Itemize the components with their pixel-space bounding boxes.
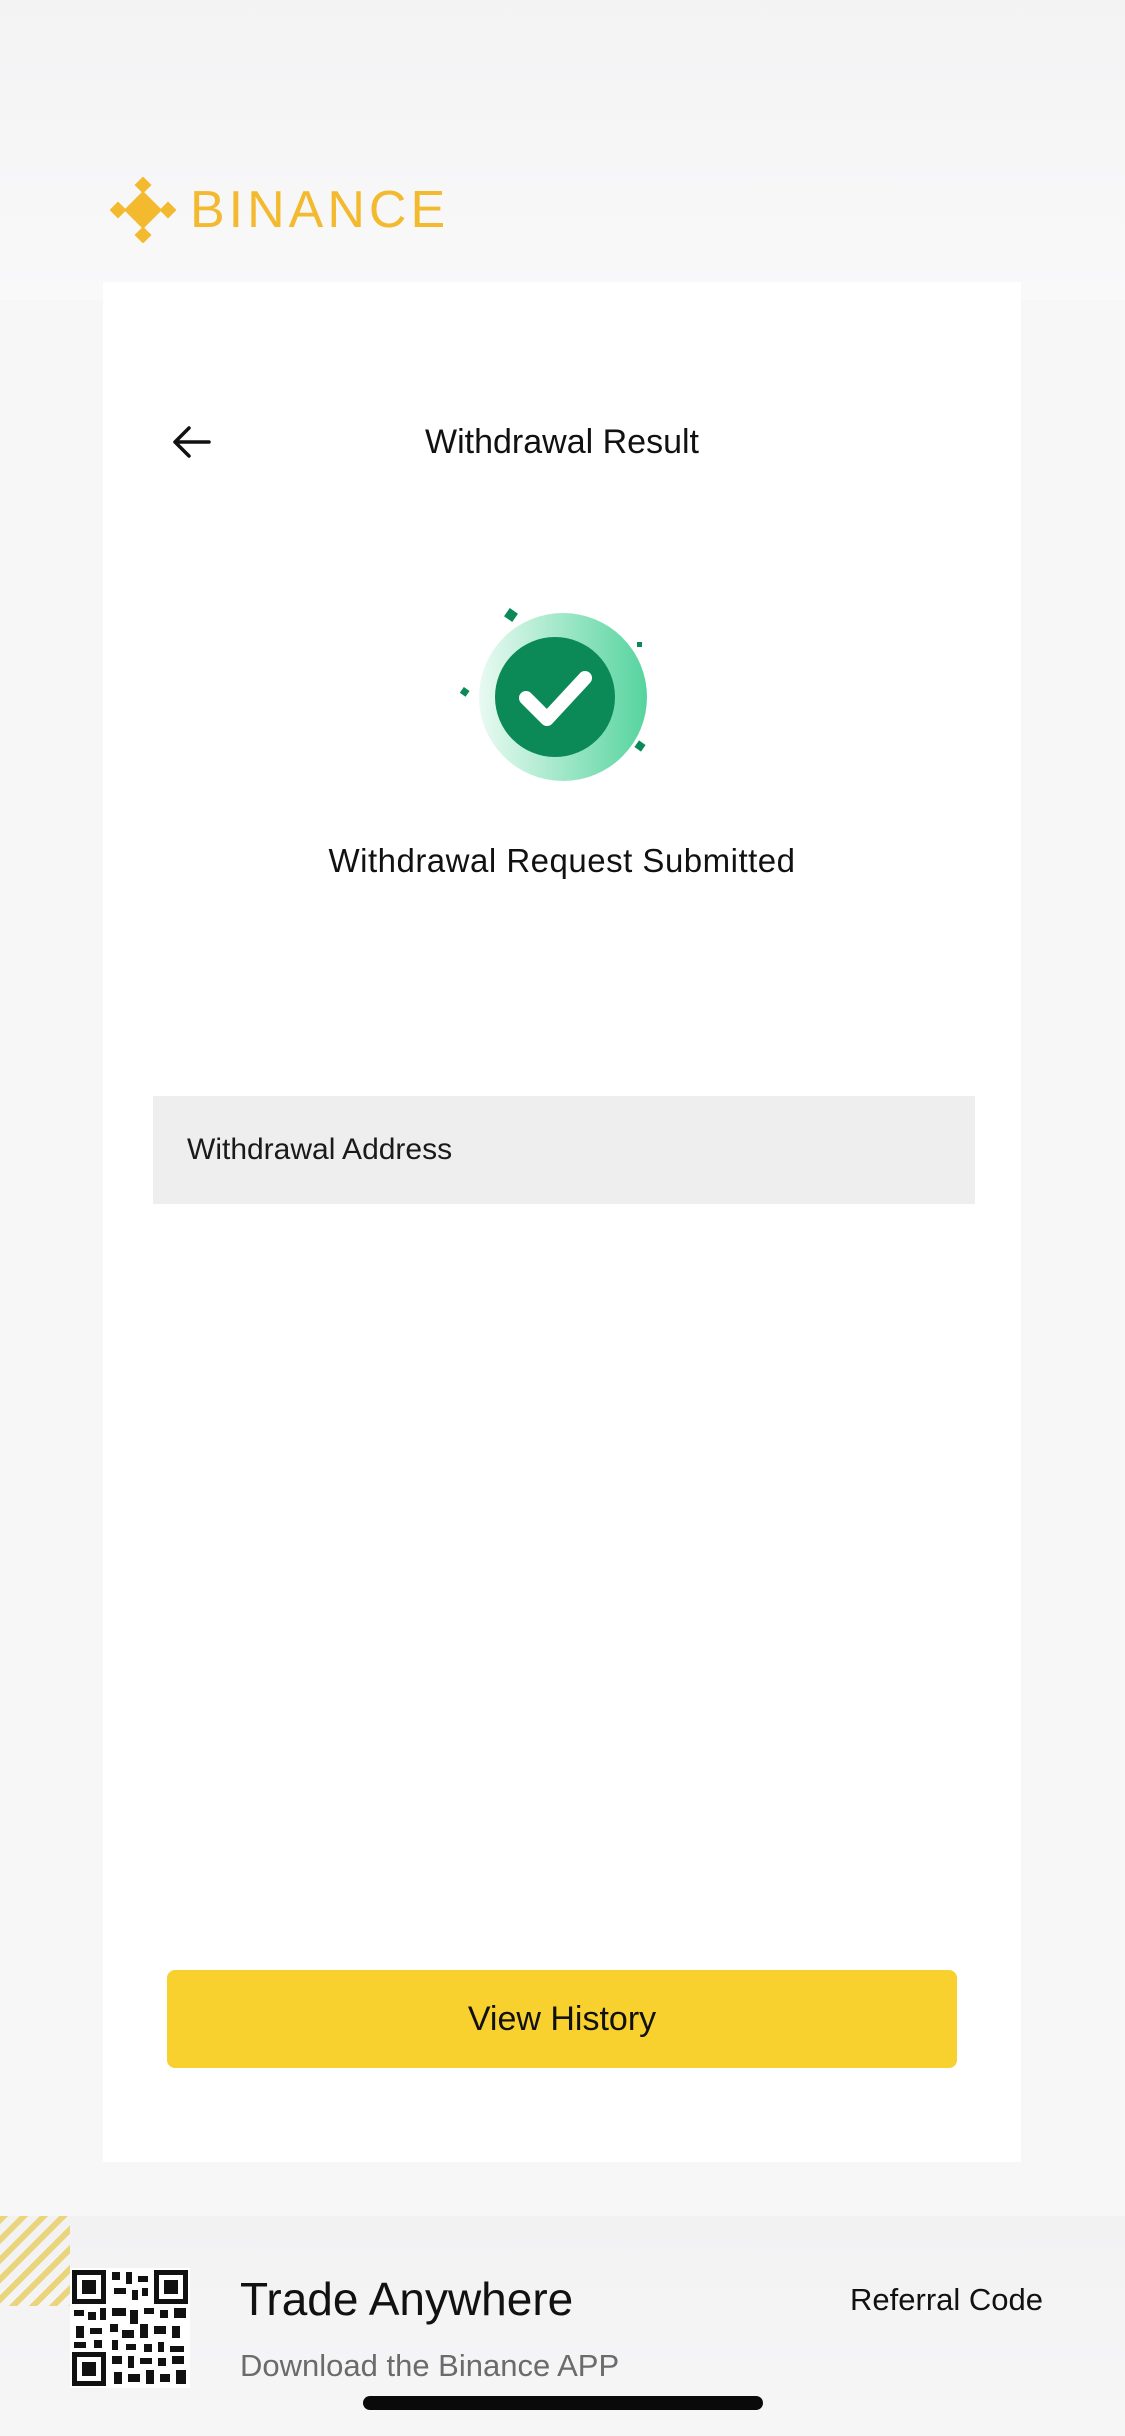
referral-code-link[interactable]: Referral Code <box>850 2282 1043 2318</box>
page-title: Withdrawal Result <box>425 423 699 461</box>
binance-diamond-icon <box>110 177 176 243</box>
success-check-icon <box>458 602 668 792</box>
logo-text: BINANCE <box>190 181 450 239</box>
binance-logo: BINANCE <box>110 175 449 245</box>
result-card: Withdrawal Result Withdrawal Request Sub… <box>103 282 1021 2162</box>
qr-code-icon <box>70 2268 190 2388</box>
success-message: Withdrawal Request Submitted <box>328 842 796 879</box>
home-indicator[interactable] <box>363 2396 763 2410</box>
view-history-button[interactable]: View History <box>167 1970 957 2068</box>
withdrawal-address-label: Withdrawal Address <box>187 1133 453 1166</box>
arrow-left-icon <box>173 426 211 458</box>
banner-decoration <box>0 2216 70 2306</box>
banner-title: Trade Anywhere <box>240 2273 574 2325</box>
withdrawal-address-row: Withdrawal Address <box>153 1096 975 1204</box>
banner-subtitle: Download the Binance APP <box>240 2348 620 2383</box>
page-header: Withdrawal Result <box>103 392 1021 492</box>
top-background <box>0 0 1125 300</box>
back-button[interactable] <box>161 412 221 472</box>
